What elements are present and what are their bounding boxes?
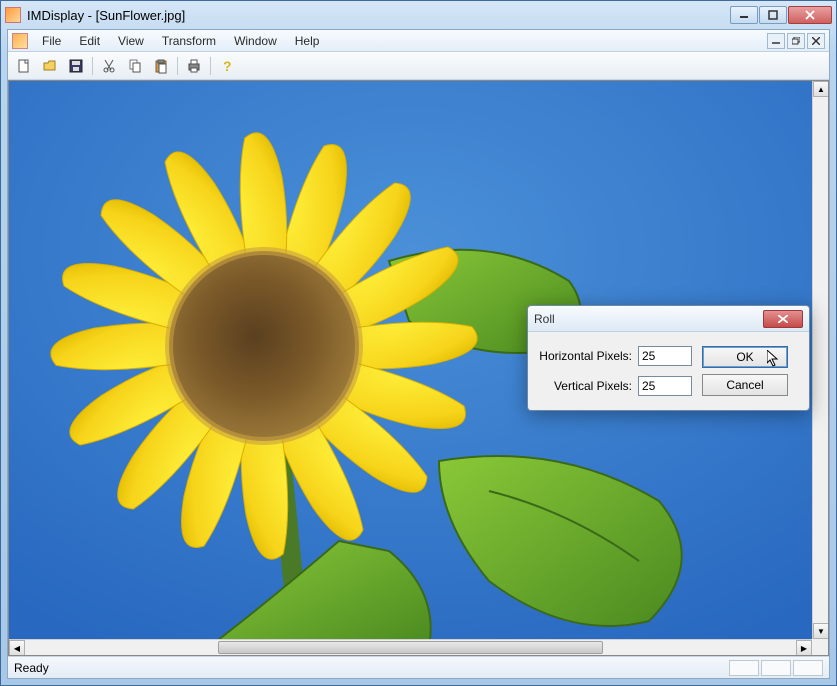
- restore-icon: [792, 37, 800, 45]
- dialog-title: Roll: [534, 312, 763, 326]
- window-title: IMDisplay - [SunFlower.jpg]: [27, 8, 729, 23]
- vertical-row: Vertical Pixels:: [538, 376, 692, 396]
- roll-dialog[interactable]: Roll Horizontal Pixels: Vertical Pixels:…: [527, 305, 810, 411]
- paste-icon: [153, 58, 169, 74]
- form-fields: Horizontal Pixels: Vertical Pixels:: [538, 346, 692, 396]
- cancel-button[interactable]: Cancel: [702, 374, 788, 396]
- scroll-right-button[interactable]: ▶: [796, 640, 812, 656]
- titlebar[interactable]: IMDisplay - [SunFlower.jpg]: [1, 1, 836, 29]
- open-button[interactable]: [38, 55, 62, 77]
- scroll-track[interactable]: [25, 640, 796, 655]
- mdi-close-button[interactable]: [807, 33, 825, 49]
- cut-button[interactable]: [97, 55, 121, 77]
- help-question-icon: ?: [219, 58, 235, 74]
- horizontal-input[interactable]: [638, 346, 692, 366]
- cut-scissors-icon: [101, 58, 117, 74]
- save-disk-icon: [68, 58, 84, 74]
- vertical-label: Vertical Pixels:: [538, 379, 632, 393]
- dialog-close-button[interactable]: [763, 310, 803, 328]
- vertical-scrollbar[interactable]: ▲ ▼: [812, 81, 828, 639]
- separator: [92, 57, 93, 75]
- close-icon: [812, 37, 820, 45]
- toolbar: ?: [8, 52, 829, 80]
- document-icon[interactable]: [12, 33, 28, 49]
- scroll-thumb[interactable]: [218, 641, 604, 654]
- scroll-up-button[interactable]: ▲: [813, 81, 829, 97]
- minimize-button[interactable]: [730, 6, 758, 24]
- minimize-icon: [739, 10, 749, 20]
- menu-file[interactable]: File: [34, 32, 69, 50]
- scroll-left-button[interactable]: ◀: [9, 640, 25, 656]
- minimize-icon: [772, 37, 780, 45]
- mdi-restore-button[interactable]: [787, 33, 805, 49]
- scrollbar-corner: [812, 639, 828, 655]
- mdi-minimize-button[interactable]: [767, 33, 785, 49]
- menubar: File Edit View Transform Window Help: [34, 32, 767, 50]
- print-button[interactable]: [182, 55, 206, 77]
- menu-view[interactable]: View: [110, 32, 152, 50]
- separator: [210, 57, 211, 75]
- dialog-titlebar[interactable]: Roll: [528, 306, 809, 332]
- svg-text:?: ?: [223, 58, 232, 74]
- horizontal-row: Horizontal Pixels:: [538, 346, 692, 366]
- close-icon: [805, 10, 815, 20]
- close-icon: [778, 315, 788, 323]
- app-icon: [5, 7, 21, 23]
- horizontal-scrollbar[interactable]: ◀ ▶: [9, 639, 812, 655]
- mdi-controls: [767, 33, 825, 49]
- scroll-down-button[interactable]: ▼: [813, 623, 829, 639]
- print-icon: [186, 58, 202, 74]
- status-bar: Ready: [8, 656, 829, 678]
- copy-button[interactable]: [123, 55, 147, 77]
- open-folder-icon: [42, 58, 58, 74]
- save-button[interactable]: [64, 55, 88, 77]
- menu-help[interactable]: Help: [287, 32, 328, 50]
- ok-button[interactable]: OK: [702, 346, 788, 368]
- close-button[interactable]: [788, 6, 832, 24]
- status-pane: [793, 660, 823, 676]
- cursor-icon: [767, 350, 781, 368]
- menu-bar: File Edit View Transform Window Help: [8, 30, 829, 52]
- status-pane: [761, 660, 791, 676]
- menu-edit[interactable]: Edit: [71, 32, 108, 50]
- window-controls: [729, 6, 832, 24]
- horizontal-label: Horizontal Pixels:: [538, 349, 632, 363]
- ok-label: OK: [736, 350, 753, 364]
- status-text: Ready: [14, 661, 727, 675]
- status-pane: [729, 660, 759, 676]
- menu-window[interactable]: Window: [226, 32, 285, 50]
- dialog-body: Horizontal Pixels: Vertical Pixels: OK C…: [528, 332, 809, 410]
- dialog-buttons: OK Cancel: [702, 346, 788, 396]
- new-file-icon: [16, 58, 32, 74]
- maximize-button[interactable]: [759, 6, 787, 24]
- vertical-input[interactable]: [638, 376, 692, 396]
- separator: [177, 57, 178, 75]
- copy-icon: [127, 58, 143, 74]
- menu-transform[interactable]: Transform: [154, 32, 224, 50]
- help-button[interactable]: ?: [215, 55, 239, 77]
- maximize-icon: [768, 10, 778, 20]
- paste-button[interactable]: [149, 55, 173, 77]
- new-button[interactable]: [12, 55, 36, 77]
